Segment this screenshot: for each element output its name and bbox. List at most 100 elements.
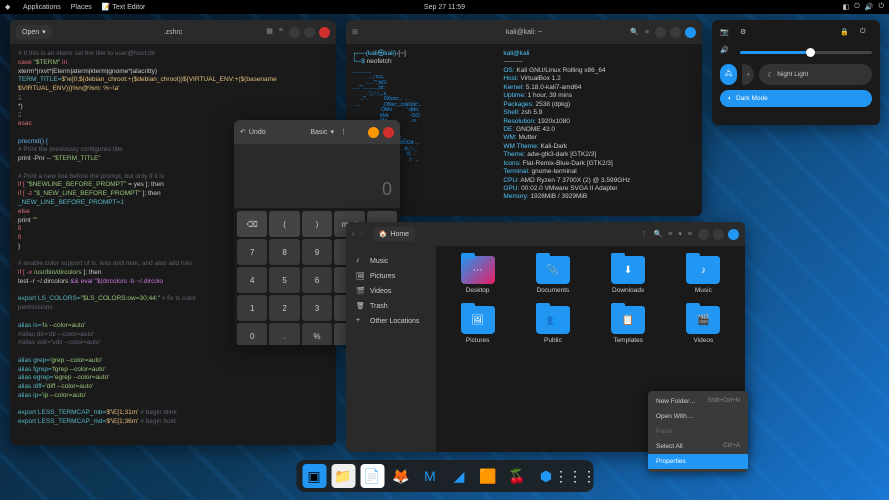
places-menu[interactable]: Places [71, 4, 92, 11]
camera-icon[interactable]: 📷 [720, 28, 732, 40]
sidebar-trash[interactable]: 🗑Trash [346, 299, 436, 314]
search-icon[interactable]: 🔍 [630, 28, 639, 36]
clear-key[interactable]: ⌫ [237, 211, 267, 237]
terminal-title: kali@kali: ~ [506, 29, 542, 36]
folder-pictures[interactable]: 🖼Pictures [446, 306, 509, 344]
close-button[interactable] [685, 27, 696, 38]
one-key[interactable]: 1 [237, 295, 267, 321]
decimal-key[interactable]: . [269, 323, 299, 345]
two-key[interactable]: 2 [269, 295, 299, 321]
maximize-button[interactable] [713, 229, 724, 240]
back-icon[interactable]: ‹ [352, 231, 354, 238]
volume-icon: 🔊 [720, 46, 732, 58]
wired-chevron-icon[interactable]: › [742, 64, 754, 85]
dock-cherry[interactable]: 🍒 [505, 464, 529, 488]
sidebar-other-locations[interactable]: +Other Locations [346, 314, 436, 329]
sidebar-music[interactable]: ♪Music [346, 254, 436, 269]
zero-key[interactable]: 0 [237, 323, 267, 345]
seven-key[interactable]: 7 [237, 239, 267, 265]
editor-titlebar[interactable]: Open ▾ .zshrc ▦ ≡ [10, 20, 336, 44]
applications-menu[interactable]: Applications [23, 4, 61, 11]
top-panel: ◆ Applications Places 📝 Text Editor Sep … [0, 0, 889, 14]
four-key[interactable]: 4 [237, 267, 267, 293]
power-icon[interactable]: ⏻ [860, 28, 872, 40]
menu-icon[interactable]: ≡ [645, 29, 649, 36]
rparen-key[interactable]: ) [302, 211, 332, 237]
menu-icon[interactable]: ⋮ [340, 128, 347, 136]
ctx-new-folder[interactable]: New Folder…Shift+Ctrl+N [648, 394, 748, 409]
network-icon[interactable]: ⏻ [854, 3, 860, 11]
six-key[interactable]: 6 [302, 267, 332, 293]
clock[interactable]: Sep 27 11:59 [424, 4, 465, 11]
sidebar-pictures[interactable]: 🖼Pictures [346, 269, 436, 284]
dock: ▣ 📁 📄 🦊 M ◢ 🟧 🍒 ⬢ ⋮⋮⋮ [296, 460, 593, 492]
list-view-icon[interactable]: ≡ [668, 231, 672, 238]
wired-button[interactable]: 🖧 [720, 64, 737, 85]
files-titlebar[interactable]: ‹ › 🏠 Home ⋮ 🔍 ≡ ▾ ≡ [346, 222, 745, 246]
mode-selector[interactable]: Basic ▾ [310, 128, 334, 136]
editor-filename: .zshrc [164, 29, 183, 36]
kali-logo-icon[interactable]: ◆ [5, 3, 13, 11]
files-sidebar: ♪Music 🖼Pictures 🎬Videos 🗑Trash +Other L… [346, 246, 436, 452]
five-key[interactable]: 5 [269, 267, 299, 293]
menu-icon[interactable]: ≡ [688, 231, 692, 238]
texteditor-menu[interactable]: 📝 Text Editor [102, 3, 146, 11]
ctx-select-all[interactable]: Select AllCtrl+A [648, 439, 748, 454]
percent-key[interactable]: % [302, 323, 332, 345]
lparen-key[interactable]: ( [269, 211, 299, 237]
dock-texteditor[interactable]: 📄 [360, 464, 384, 488]
folder-videos[interactable]: 🎬Videos [672, 306, 735, 344]
open-button[interactable]: Open ▾ [16, 25, 52, 39]
lock-icon[interactable]: 🔒 [840, 28, 852, 40]
sidebar-videos[interactable]: 🎬Videos [346, 284, 436, 299]
menu-icon[interactable]: ≡ [279, 27, 283, 38]
search-icon[interactable]: 🔍 [654, 230, 663, 238]
eight-key[interactable]: 8 [269, 239, 299, 265]
minimize-button[interactable] [698, 229, 709, 240]
dark-mode-button[interactable]: ◐ Dark Mode [720, 90, 872, 107]
maximize-button[interactable] [368, 127, 379, 138]
dock-kali[interactable]: ◢ [447, 464, 471, 488]
ctx-properties[interactable]: Properties [648, 454, 748, 469]
maximize-button[interactable] [670, 27, 681, 38]
dock-apps[interactable]: ⋮⋮⋮ [563, 464, 587, 488]
power-icon[interactable]: ⏻ [878, 3, 884, 11]
close-button[interactable] [319, 27, 330, 38]
minimize-button[interactable] [353, 127, 364, 138]
calculator-display: 0 [234, 144, 400, 208]
workspace-indicator-icon[interactable]: ◧ [843, 3, 850, 11]
dock-terminal[interactable]: ▣ [302, 464, 326, 488]
folder-downloads[interactable]: ⬇Downloads [597, 256, 660, 294]
folder-desktop[interactable]: ⋯Desktop [446, 256, 509, 294]
settings-icon[interactable]: ⚙ [740, 28, 752, 40]
folder-public[interactable]: 👥Public [521, 306, 584, 344]
ctx-open-with[interactable]: Open With… [648, 409, 748, 424]
close-button[interactable] [383, 127, 394, 138]
minimize-button[interactable] [289, 27, 300, 38]
ctx-paste: Paste [648, 424, 748, 439]
night-light-button[interactable]: ☾ Night Light [759, 64, 872, 85]
grid-icon[interactable]: ▦ [266, 27, 273, 38]
maximize-button[interactable] [304, 27, 315, 38]
new-tab-icon[interactable]: ⊞ [352, 28, 358, 36]
undo-button[interactable]: ↶Undo [240, 128, 266, 136]
path-button[interactable]: 🏠 Home [373, 227, 415, 241]
folder-templates[interactable]: 📋Templates [597, 306, 660, 344]
dock-firefox[interactable]: 🦊 [389, 464, 413, 488]
view-options-icon[interactable]: ▾ [678, 230, 682, 238]
dock-files[interactable]: 📁 [331, 464, 355, 488]
close-button[interactable] [728, 229, 739, 240]
folder-documents[interactable]: 📎Documents [521, 256, 584, 294]
calculator-titlebar[interactable]: ↶Undo Basic ▾ ⋮ [234, 120, 400, 144]
nine-key[interactable]: 9 [302, 239, 332, 265]
folder-music[interactable]: ♪Music [672, 256, 735, 294]
volume-slider[interactable] [740, 51, 872, 54]
dock-burp[interactable]: 🟧 [476, 464, 500, 488]
forward-icon[interactable]: › [360, 231, 362, 238]
terminal-titlebar[interactable]: ⊞ kali@kali: ~ 🔍 ≡ [346, 20, 702, 44]
dock-metasploit[interactable]: M [418, 464, 442, 488]
volume-icon[interactable]: 🔊 [865, 3, 874, 11]
quick-settings-panel: 📷 ⚙ 🔒 ⏻ 🔊 🖧 › ☾ Night Light ◐ Dark Mode [712, 20, 880, 125]
minimize-button[interactable] [655, 27, 666, 38]
three-key[interactable]: 3 [302, 295, 332, 321]
